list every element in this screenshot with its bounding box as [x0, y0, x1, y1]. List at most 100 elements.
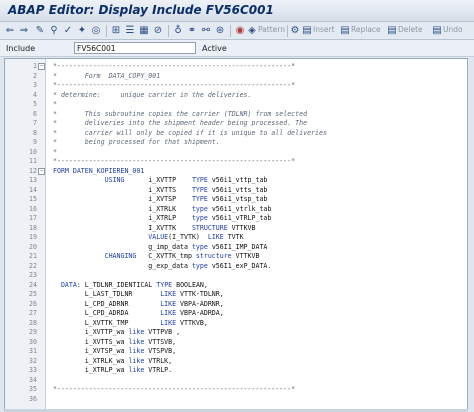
code-text: L_LAST_TDLNR LIKE VTTK-TDLNR,	[53, 290, 224, 298]
line-number: 18	[29, 223, 37, 232]
code-line[interactable]: 34	[5, 376, 467, 385]
activate-icon[interactable]: ✦	[76, 24, 88, 37]
code-text: i_XTRLK_wa like VTRLK,	[53, 356, 173, 365]
code-line[interactable]: 30 i_XVTTS_wa like VTTSVB,	[5, 338, 467, 347]
line-number: 4	[33, 90, 37, 99]
code-line[interactable]: 2 * Form DATA_COPY_001	[5, 72, 467, 81]
object-list-icon[interactable]: ☰	[124, 24, 136, 37]
code-line[interactable]: 19 VALUE(I_TVTK) LIKE TVTK	[5, 233, 467, 242]
insert-icon[interactable]: ▤	[302, 24, 312, 37]
code-text: VALUE(I_TVTK) LIKE TVTK	[148, 233, 244, 241]
abap-keyword: TYPE	[191, 185, 208, 194]
other-object-icon[interactable]: ⚲	[48, 24, 60, 37]
abap-keyword: like	[128, 328, 145, 336]
line-number: 27	[29, 309, 37, 317]
breakpoint-icon[interactable]: ⊘	[152, 24, 164, 37]
code-editor[interactable]: 1− *-------------------------------------…	[4, 58, 468, 410]
code-line[interactable]: 5 *	[5, 100, 467, 109]
code-text: * Form DATA_COPY_001	[53, 71, 161, 80]
code-text: FORM DATEN_KOPIEREN_001	[53, 166, 145, 175]
code-line[interactable]: 13 USING i_XVTTP TYPE v56i1_vttp_tab	[5, 176, 467, 185]
code-line[interactable]: 24 DATA: L_TDLNR_IDENTICAL TYPE BOOLEAN,	[5, 281, 467, 290]
pretty-printer-icon[interactable]: ⚙	[290, 24, 300, 37]
code-line[interactable]: 22 g_exp_data type v56I1_exP_DATA.	[5, 262, 467, 271]
line-number: 33	[29, 366, 37, 374]
code-line[interactable]: 11 *-------------------------------------…	[5, 157, 467, 166]
title-bar: ABAP Editor: Display Include FV56C001	[0, 0, 474, 22]
code-text: L_XVTTK_TMP LIKE VTTKVB,	[53, 318, 208, 327]
code-text: i_XVTTS TYPE v56i1_vtts_tab	[53, 185, 268, 194]
code-line[interactable]: 9 * being processed for that shipment.	[5, 138, 467, 147]
abap-keyword: like	[128, 356, 145, 365]
code-text: i_XVTSP_wa like VTSPVB,	[53, 347, 177, 355]
undo-icon[interactable]: ▤	[432, 24, 442, 37]
find-icon[interactable]: ⚭	[186, 24, 198, 37]
display-change-icon[interactable]: ✎	[34, 24, 46, 37]
code-line[interactable]: 8 * carrier will only be copied if it is …	[5, 129, 467, 138]
code-text: i_XVTSP TYPE v56i1_vtsp_tab	[53, 195, 268, 203]
collapse-block-icon[interactable]: −	[38, 167, 45, 175]
code-line[interactable]: 15 i_XVTSP TYPE v56i1_vtsp_tab	[5, 195, 467, 204]
abap-keyword: structure	[195, 252, 232, 260]
code-line[interactable]: 6 * This subroutine copies the carrier (T…	[5, 110, 467, 119]
code-text: * determine: unique carrier in the deliv…	[53, 90, 252, 99]
hierarchy-icon[interactable]: ♁	[172, 24, 184, 37]
code-line[interactable]: 26 L_CPD_ADRNR LIKE VBPA-ADRNR,	[5, 300, 467, 309]
code-line[interactable]: 4 * determine: unique carrier in the deli…	[5, 91, 467, 100]
replace-button[interactable]: Replace	[351, 25, 381, 34]
code-line[interactable]: 1− *-------------------------------------…	[5, 62, 467, 71]
debug-icon[interactable]: ⊛	[214, 24, 226, 37]
code-line[interactable]: 35 *-------------------------------------…	[5, 385, 467, 394]
replace-icon[interactable]: ▤	[340, 24, 350, 37]
toolbar-separator	[230, 25, 231, 37]
code-line[interactable]: 12− FORM DATEN_KOPIEREN_001	[5, 167, 467, 176]
code-text: *---------------------------------------…	[53, 157, 296, 165]
code-line[interactable]: 3 *--------------------------------------…	[5, 81, 467, 90]
code-line[interactable]: 20 g_imp_data type v56I1_IMP_DATA	[5, 243, 467, 252]
pattern-button[interactable]: Pattern	[258, 25, 285, 34]
check-icon[interactable]: ✓	[62, 24, 74, 37]
code-line[interactable]: 31 i_XVTSP_wa like VTSPVB,	[5, 347, 467, 356]
code-line[interactable]: 28 L_XVTTK_TMP LIKE VTTKVB,	[5, 319, 467, 328]
navigation-window-icon[interactable]: ▦	[138, 24, 150, 37]
line-number: 6	[33, 109, 37, 118]
abap-keyword: like	[128, 366, 145, 374]
code-line[interactable]: 29 i_XVTTP_wa like VTTPVB ,	[5, 328, 467, 337]
forward-arrow-icon[interactable]: ⇒	[18, 24, 30, 37]
code-line[interactable]: 25 L_LAST_TDLNR LIKE VTTK-TDLNR,	[5, 290, 467, 299]
line-number: 15	[29, 195, 37, 203]
code-line[interactable]: 32 i_XTRLK_wa like VTRLK,	[5, 357, 467, 366]
abap-keyword: LIKE	[207, 233, 224, 241]
code-line[interactable]: 14 i_XVTTS TYPE v56i1_vtts_tab	[5, 186, 467, 195]
code-line[interactable]: 10 *	[5, 148, 467, 157]
insert-button[interactable]: Insert	[313, 25, 335, 34]
line-number: 10	[29, 147, 37, 156]
include-name-field[interactable]: FV56C001	[74, 42, 196, 54]
code-line[interactable]: 27 L_CPD_ADRDA LIKE VBPA-ADRDA,	[5, 309, 467, 318]
code-line[interactable]: 7 * deliveries into the shipment header b…	[5, 119, 467, 128]
line-number: 25	[29, 290, 37, 298]
code-line[interactable]: 21 CHANGING C_XVTTK_tmp structure VTTKVB	[5, 252, 467, 261]
mark-icon[interactable]: ◉	[234, 24, 246, 37]
code-line[interactable]: 33 i_XTRLP_wa like VTRLP.	[5, 366, 467, 375]
pattern-icon[interactable]: ◈	[246, 24, 258, 37]
abap-keyword: like	[128, 347, 145, 355]
delete-icon[interactable]: ▤	[387, 24, 397, 37]
back-arrow-icon[interactable]: ⇐	[4, 24, 16, 37]
where-used-icon[interactable]: ⊞	[110, 24, 122, 37]
code-line[interactable]: 36	[5, 395, 467, 404]
code-line[interactable]: 16 i_XTRLK type v56i1_vtrlk_tab	[5, 205, 467, 214]
test-icon[interactable]: ◎	[90, 24, 102, 37]
line-number: 34	[29, 375, 37, 384]
collapse-block-icon[interactable]: −	[38, 63, 45, 70]
code-line[interactable]: 18 I_XVTTK STRUCTURE VTTKVB	[5, 224, 467, 233]
find-next-icon[interactable]: ⚯	[200, 24, 212, 37]
abap-keyword: USING	[104, 176, 125, 184]
line-number: 36	[29, 394, 37, 403]
delete-button[interactable]: Delete	[398, 25, 423, 34]
code-line[interactable]: 23	[5, 271, 467, 280]
line-number: 19	[29, 233, 37, 241]
undo-button[interactable]: Undo	[443, 25, 463, 34]
code-text: * carrier will only be copied if it is u…	[53, 128, 327, 137]
code-line[interactable]: 17 i_XTRLP type v56i1_vTRLP_tab	[5, 214, 467, 223]
